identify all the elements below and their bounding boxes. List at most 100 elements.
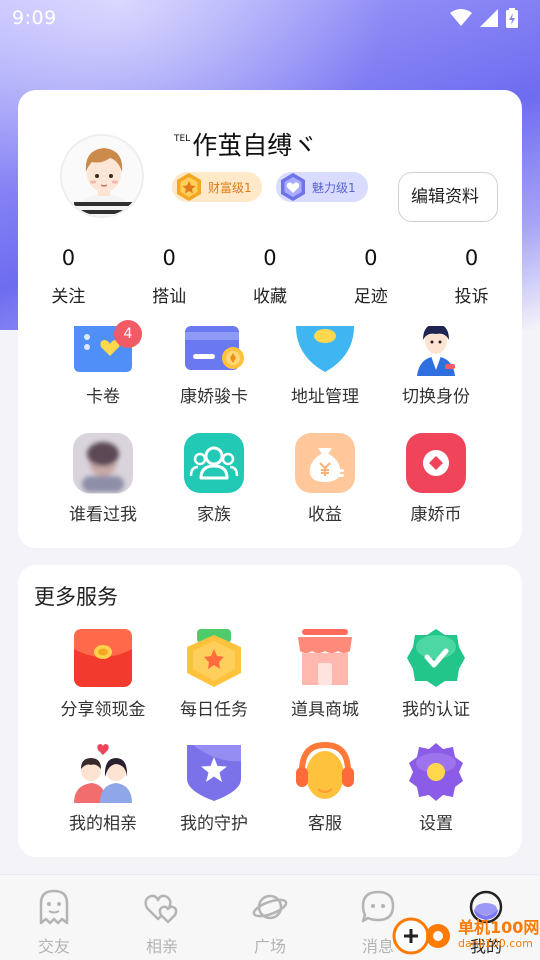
edit-profile-button[interactable]: 编辑资料: [398, 172, 498, 222]
nickname: 作茧自缚ヾ: [192, 131, 318, 160]
tab-label: 广场: [253, 937, 286, 956]
grid-label: 切换身份: [402, 387, 470, 407]
grid-item-customer-service[interactable]: 客服: [269, 741, 381, 834]
battery-icon: [506, 8, 518, 28]
status-bar: 9:09: [0, 0, 540, 36]
grid-item-verification[interactable]: 我的认证: [380, 627, 492, 720]
nickname-row: TEL 作茧自缚ヾ: [174, 126, 317, 162]
grid-label: 卡卷: [86, 387, 120, 407]
charm-level-text: 魅力级1: [312, 180, 356, 195]
grid-item-address[interactable]: 地址管理: [269, 326, 381, 407]
wifi-icon: [450, 9, 472, 26]
stat-footprints[interactable]: 0 足迹: [320, 242, 421, 307]
tel-mark: TEL: [174, 134, 191, 144]
grid-item-family[interactable]: 家族: [158, 432, 270, 525]
red-envelope-icon: [74, 629, 132, 687]
grid-label: 我的守护: [180, 814, 248, 834]
wealth-medal-icon: [177, 173, 201, 201]
guard-shield-icon: [187, 745, 241, 801]
grid-item-switch-identity[interactable]: 切换身份: [380, 324, 492, 407]
tab-label: 相亲: [145, 937, 178, 956]
grid-label: 道具商城: [291, 700, 359, 720]
stat-following[interactable]: 0 关注: [18, 242, 119, 307]
coin-icon: [406, 433, 466, 493]
charm-level-badge[interactable]: 魅力级1: [276, 172, 368, 202]
stat-label: 足迹: [353, 287, 388, 307]
grid-label: 收益: [308, 505, 342, 525]
stat-greetings[interactable]: 0 搭讪: [119, 242, 220, 307]
section-title: 更多服务: [34, 585, 118, 609]
tab-label: 交友: [37, 937, 70, 956]
status-time: 9:09: [12, 7, 57, 29]
grid-label: 我的认证: [402, 700, 470, 720]
visitors-icon: [73, 433, 133, 493]
stat-label: 收藏: [252, 287, 287, 307]
stat-value: 0: [162, 246, 176, 270]
grid-item-settings[interactable]: 设置: [380, 741, 492, 834]
avatar[interactable]: [60, 134, 144, 218]
stat-favorites[interactable]: 0 收藏: [220, 242, 321, 307]
grid-label: 每日任务: [180, 700, 248, 720]
grid-label: 设置: [419, 814, 453, 834]
avatar-illustration: [62, 136, 142, 216]
stat-value: 0: [464, 246, 479, 270]
stat-value: 0: [263, 246, 277, 270]
grid-label: 我的相亲: [69, 814, 137, 834]
settings-gear-icon: [409, 743, 463, 801]
grid-item-matchmaking[interactable]: 我的相亲: [47, 741, 159, 834]
grid-label: 分享领现金: [60, 700, 146, 720]
stat-label: 搭讪: [152, 287, 187, 307]
income-bag-icon: [295, 433, 355, 493]
family-icon: [184, 433, 244, 493]
tab-matchmaking[interactable]: 相亲: [122, 889, 202, 957]
planet-icon: [252, 894, 288, 920]
headset-icon: [296, 741, 354, 799]
grid-item-coins[interactable]: 康娇币: [380, 432, 492, 525]
stat-label: 关注: [51, 287, 86, 307]
grid-item-visitors[interactable]: 谁看过我: [47, 432, 159, 525]
verified-icon: [407, 629, 465, 687]
stat-value: 0: [364, 246, 378, 270]
stat-complaints[interactable]: 0 投诉: [421, 242, 522, 307]
wealth-level-text: 财富级1: [208, 180, 252, 195]
shop-icon: [298, 629, 352, 685]
tab-plaza[interactable]: 广场: [230, 889, 310, 957]
identity-icon: [417, 324, 455, 376]
grid-label: 康娇币: [410, 505, 462, 525]
signal-icon: [480, 9, 498, 27]
watermark-text: 单机100网 danji100.com: [458, 920, 539, 952]
chat-bubble-icon: [361, 890, 395, 923]
ghost-icon: [39, 889, 69, 925]
more-services-card: 更多服务 分享领现金 每日任务 道具商城 我的认证 我的相亲 我的守护 客服 设…: [18, 565, 522, 857]
grid-label: 康娇骏卡: [180, 387, 248, 407]
grid-item-item-shop[interactable]: 道具商城: [269, 627, 381, 720]
address-icon: [296, 326, 354, 372]
vip-card-icon: [185, 326, 244, 370]
grid-item-vip-card[interactable]: 康娇骏卡: [158, 326, 270, 407]
charm-shield-icon: [281, 173, 305, 201]
watermark-url: danji100.com: [458, 937, 533, 950]
coupon-count-badge: 4: [114, 320, 142, 348]
wealth-level-badge[interactable]: 财富级1: [172, 172, 262, 202]
grid-item-guardian[interactable]: 我的守护: [158, 741, 270, 834]
grid-item-share-cash[interactable]: 分享领现金: [47, 627, 159, 720]
grid-label: 谁看过我: [69, 505, 137, 525]
stats-row: 0 关注 0 搭讪 0 收藏 0 足迹 0 投诉: [18, 242, 522, 307]
daily-task-icon: [187, 629, 241, 687]
site-watermark: 单机100网 danji100.com: [392, 912, 540, 960]
tab-make-friends[interactable]: 交友: [14, 889, 94, 957]
grid-item-daily-tasks[interactable]: 每日任务: [158, 627, 270, 720]
stat-value: 0: [61, 246, 76, 270]
grid-label: 客服: [308, 814, 342, 834]
status-icons: [450, 8, 518, 28]
grid-item-coupons[interactable]: 4 卡卷: [47, 320, 159, 407]
watermark-name: 单机100网: [458, 918, 540, 937]
profile-card: TEL 作茧自缚ヾ 财富级1 魅力级1 编辑资料 0 关注 0 搭讪 0 收藏: [18, 90, 522, 330]
hearts-icon: [144, 894, 178, 924]
grid-label: 家族: [197, 505, 231, 525]
grid-item-income[interactable]: 收益: [269, 432, 381, 525]
couple-icon: [74, 744, 132, 803]
stat-label: 投诉: [454, 287, 489, 307]
watermark-logo-icon: [392, 917, 450, 955]
grid-label: 地址管理: [291, 387, 359, 407]
